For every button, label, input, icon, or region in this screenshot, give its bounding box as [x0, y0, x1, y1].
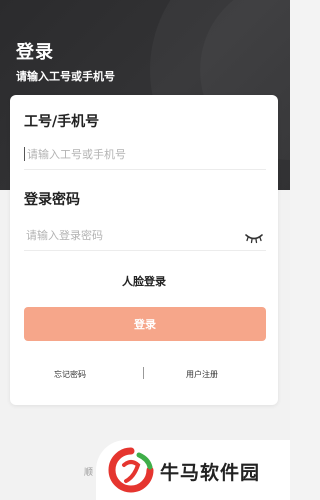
page-title: 登录 — [16, 42, 54, 63]
page-subtitle: 请输入工号或手机号 — [16, 70, 115, 83]
watermark-text: 牛马软件园 — [160, 462, 261, 484]
account-input[interactable] — [24, 140, 234, 168]
face-login-link[interactable]: 人脸登录 — [10, 273, 278, 289]
login-button[interactable]: 登录 — [24, 307, 266, 341]
password-input[interactable] — [24, 221, 234, 249]
watermark: 牛马软件园 — [96, 440, 290, 500]
bottom-links: 忘记密码 用户注册 — [10, 367, 278, 383]
divider — [143, 367, 144, 379]
account-label: 工号/手机号 — [24, 114, 100, 130]
logo-icon — [108, 447, 154, 493]
register-link[interactable]: 用户注册 — [186, 369, 218, 380]
login-screen: 登录 请输入工号或手机号 工号/手机号 登录密码 人脸登录 登录 — [0, 0, 290, 500]
text-cursor — [24, 147, 25, 161]
password-label: 登录密码 — [24, 192, 80, 208]
footer-text: 顺 — [84, 468, 94, 478]
forgot-password-link[interactable]: 忘记密码 — [54, 369, 86, 380]
eye-closed-icon[interactable] — [244, 229, 264, 244]
login-card: 工号/手机号 登录密码 人脸登录 登录 忘记密码 用户注册 — [10, 95, 278, 405]
account-field[interactable] — [24, 140, 266, 170]
password-field[interactable] — [24, 221, 266, 251]
